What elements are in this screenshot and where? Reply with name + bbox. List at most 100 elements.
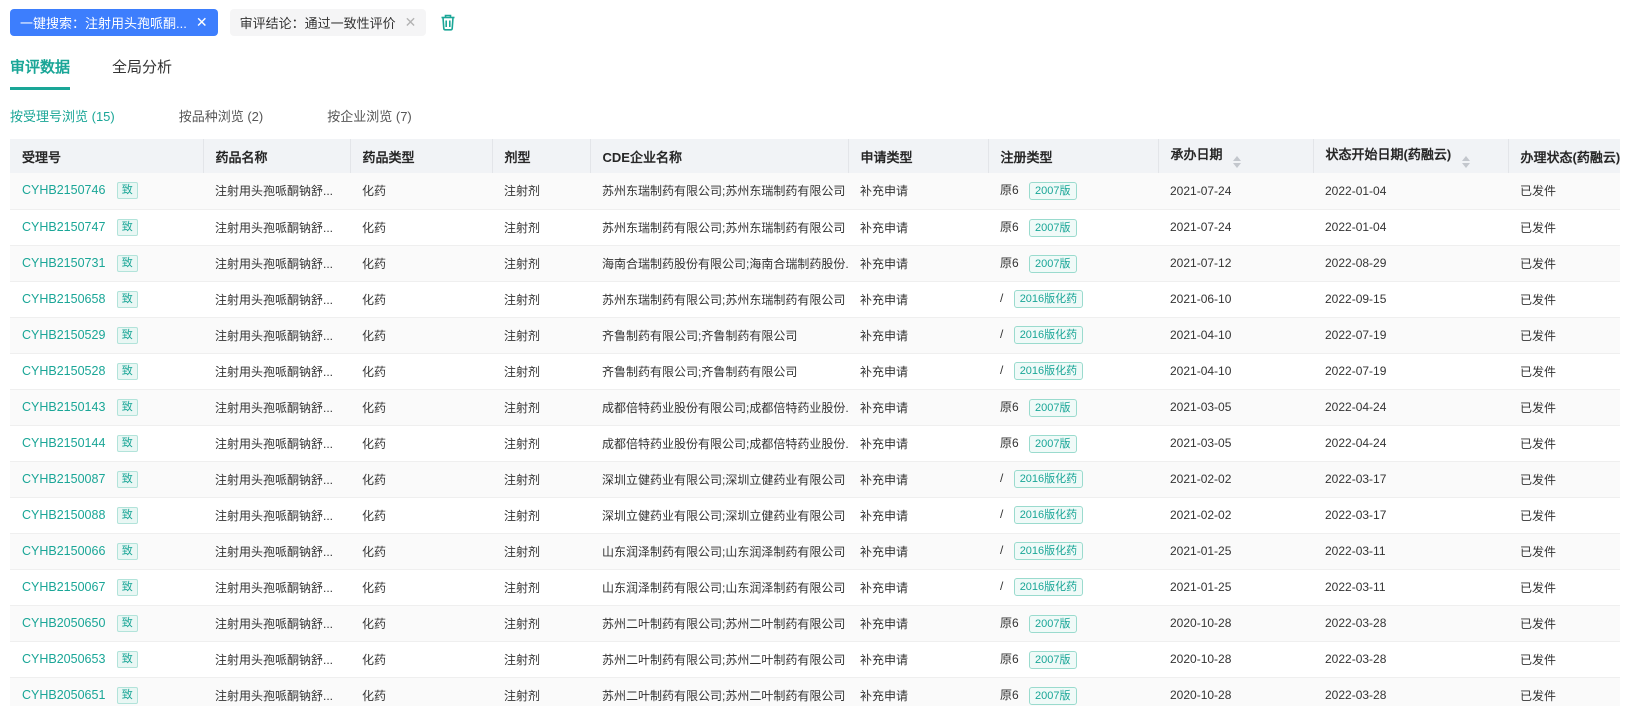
consistency-badge: 致 bbox=[116, 398, 138, 416]
acceptance-number-link[interactable]: CYHB2150067 bbox=[22, 580, 105, 594]
cell-dosage-form: 注射剂 bbox=[492, 389, 590, 426]
cell-dosage-form: 注射剂 bbox=[492, 677, 590, 706]
col-header-drug-name: 药品名称 bbox=[203, 139, 351, 173]
cell-accept-date: 2021-06-10 bbox=[1158, 281, 1313, 318]
acceptance-number-link[interactable]: CYHB2150746 bbox=[22, 183, 105, 197]
sort-icon[interactable] bbox=[1233, 156, 1242, 168]
cell-cde-company: 成都倍特药业股份有限公司;成都倍特药业股份... bbox=[590, 425, 848, 462]
cell-cde-company: 深圳立健药业有限公司;深圳立健药业有限公司 bbox=[590, 461, 848, 498]
condition-filter-tag[interactable]: 审评结论：通过一致性评价 ✕ bbox=[229, 8, 427, 36]
cell-application-type: 补充申请 bbox=[848, 209, 988, 246]
registration-version-badge: 2016版化药 bbox=[1013, 470, 1084, 488]
acceptance-number-link[interactable]: CYHB2050653 bbox=[22, 652, 105, 666]
cell-drug-name: 注射用头孢哌酮钠舒... bbox=[203, 389, 350, 426]
sort-icon[interactable] bbox=[1461, 156, 1470, 168]
cell-dosage-form: 注射剂 bbox=[492, 497, 590, 534]
acceptance-number-link[interactable]: CYHB2150088 bbox=[22, 508, 105, 522]
tab-global-analysis[interactable]: 全局分析 bbox=[112, 56, 172, 90]
cell-status-start-date: 2022-08-29 bbox=[1313, 245, 1508, 282]
cell-registration-type: 原6 2007版 bbox=[988, 605, 1158, 642]
acceptance-number-link[interactable]: CYHB2150087 bbox=[22, 472, 105, 486]
table-body: CYHB2150746 致 注射用头孢哌酮钠舒... 化药 注射剂 苏州东瑞制药… bbox=[10, 173, 1620, 706]
registration-version-badge: 2007版 bbox=[1029, 434, 1077, 453]
subtab-by-variety[interactable]: 按品种浏览 (2) bbox=[179, 106, 264, 125]
registration-type-text: 原6 bbox=[1000, 435, 1019, 450]
cell-acceptance-number: CYHB2150528 致 bbox=[10, 353, 203, 390]
cell-cde-company: 成都倍特药业股份有限公司;成都倍特药业股份... bbox=[590, 389, 848, 426]
cell-drug-type: 化药 bbox=[350, 281, 492, 318]
registration-version-badge: 2007版 bbox=[1029, 254, 1077, 273]
cell-drug-type: 化药 bbox=[350, 245, 492, 282]
search-filter-tag[interactable]: 一键搜索：注射用头孢哌酮... ✕ bbox=[10, 8, 218, 36]
close-icon[interactable]: ✕ bbox=[405, 15, 417, 29]
cell-status-start-date: 2022-07-19 bbox=[1313, 353, 1508, 390]
subtab-by-company[interactable]: 按企业浏览 (7) bbox=[327, 106, 412, 125]
cell-handle-status: 已发件 bbox=[1508, 677, 1620, 706]
cell-acceptance-number: CYHB2150658 致 bbox=[10, 281, 203, 318]
cell-handle-status: 已发件 bbox=[1508, 605, 1620, 642]
cell-registration-type: / 2016版化药 bbox=[988, 497, 1158, 534]
cell-status-start-date: 2022-03-28 bbox=[1313, 641, 1508, 678]
table-row: CYHB2150528 致 注射用头孢哌酮钠舒... 化药 注射剂 齐鲁制药有限… bbox=[10, 353, 1620, 390]
cell-status-start-date: 2022-03-17 bbox=[1313, 497, 1508, 534]
subtab-by-acceptance-number[interactable]: 按受理号浏览 (15) bbox=[10, 106, 115, 125]
cell-application-type: 补充申请 bbox=[848, 317, 988, 354]
acceptance-number-link[interactable]: CYHB2150731 bbox=[22, 256, 105, 270]
close-icon[interactable]: ✕ bbox=[196, 15, 208, 29]
cell-status-start-date: 2022-03-11 bbox=[1313, 569, 1508, 606]
acceptance-number-link[interactable]: CYHB2050650 bbox=[22, 616, 105, 630]
acceptance-number-link[interactable]: CYHB2150529 bbox=[22, 328, 105, 342]
cell-drug-type: 化药 bbox=[350, 353, 492, 390]
col-header-cde-company: CDE企业名称 bbox=[590, 139, 849, 173]
cell-drug-name: 注射用头孢哌酮钠舒... bbox=[203, 533, 350, 570]
cell-registration-type: / 2016版化药 bbox=[988, 317, 1158, 354]
acceptance-number-link[interactable]: CYHB2150747 bbox=[22, 220, 105, 234]
cell-application-type: 补充申请 bbox=[848, 425, 988, 462]
cell-registration-type: 原6 2007版 bbox=[988, 173, 1158, 210]
acceptance-number-link[interactable]: CYHB2150143 bbox=[22, 400, 105, 414]
acceptance-number-link[interactable]: CYHB2150528 bbox=[22, 364, 105, 378]
cell-status-start-date: 2022-03-28 bbox=[1313, 605, 1508, 642]
registration-type-text: 原6 bbox=[1000, 399, 1019, 414]
cell-application-type: 补充申请 bbox=[848, 533, 988, 570]
cell-status-start-date: 2022-01-04 bbox=[1313, 209, 1508, 246]
acceptance-number-link[interactable]: CYHB2050651 bbox=[22, 688, 105, 702]
consistency-badge: 致 bbox=[116, 686, 138, 704]
registration-type-text: / bbox=[1000, 507, 1004, 521]
cell-registration-type: / 2016版化药 bbox=[988, 569, 1158, 606]
cell-cde-company: 苏州二叶制药有限公司;苏州二叶制药有限公司 bbox=[590, 641, 848, 678]
registration-type-text: 原6 bbox=[1000, 651, 1019, 666]
cell-drug-name: 注射用头孢哌酮钠舒... bbox=[203, 641, 350, 678]
cell-accept-date: 2021-07-24 bbox=[1158, 173, 1313, 210]
cell-acceptance-number: CYHB2150143 致 bbox=[10, 389, 203, 426]
cell-registration-type: 原6 2007版 bbox=[988, 245, 1158, 282]
acceptance-number-link[interactable]: CYHB2150144 bbox=[22, 436, 105, 450]
table-row: CYHB2050650 致 注射用头孢哌酮钠舒... 化药 注射剂 苏州二叶制药… bbox=[10, 605, 1620, 642]
registration-version-badge: 2016版化药 bbox=[1013, 578, 1084, 596]
cell-dosage-form: 注射剂 bbox=[492, 317, 590, 354]
cell-drug-name: 注射用头孢哌酮钠舒... bbox=[203, 569, 350, 606]
registration-type-text: 原6 bbox=[1000, 255, 1019, 270]
col-header-status-start-date: 状态开始日期(药融云) bbox=[1313, 139, 1509, 173]
cell-acceptance-number: CYHB2150529 致 bbox=[10, 317, 203, 354]
table-row: CYHB2150143 致 注射用头孢哌酮钠舒... 化药 注射剂 成都倍特药业… bbox=[10, 389, 1620, 426]
cell-accept-date: 2021-01-25 bbox=[1158, 569, 1313, 606]
acceptance-number-link[interactable]: CYHB2150658 bbox=[22, 292, 105, 306]
cell-cde-company: 山东润泽制药有限公司;山东润泽制药有限公司 bbox=[590, 569, 848, 606]
col-header-application-type: 申请类型 bbox=[848, 139, 989, 173]
registration-type-text: / bbox=[1000, 543, 1004, 557]
cell-drug-name: 注射用头孢哌酮钠舒... bbox=[203, 245, 350, 282]
consistency-badge: 致 bbox=[116, 434, 138, 452]
table-row: CYHB2150746 致 注射用头孢哌酮钠舒... 化药 注射剂 苏州东瑞制药… bbox=[10, 173, 1620, 210]
tab-review-data[interactable]: 审评数据 bbox=[10, 56, 71, 90]
trash-icon[interactable] bbox=[438, 12, 458, 32]
cell-status-start-date: 2022-03-17 bbox=[1313, 461, 1508, 498]
registration-version-badge: 2007版 bbox=[1029, 218, 1077, 237]
acceptance-number-link[interactable]: CYHB2150066 bbox=[22, 544, 105, 558]
cell-drug-type: 化药 bbox=[350, 641, 492, 678]
registration-type-text: / bbox=[1000, 291, 1004, 305]
condition-filter-label: 审评结论：通过一致性评价 bbox=[239, 15, 396, 31]
cell-drug-type: 化药 bbox=[350, 533, 492, 570]
consistency-badge: 致 bbox=[116, 326, 138, 344]
cell-cde-company: 山东润泽制药有限公司;山东润泽制药有限公司 bbox=[590, 533, 848, 570]
